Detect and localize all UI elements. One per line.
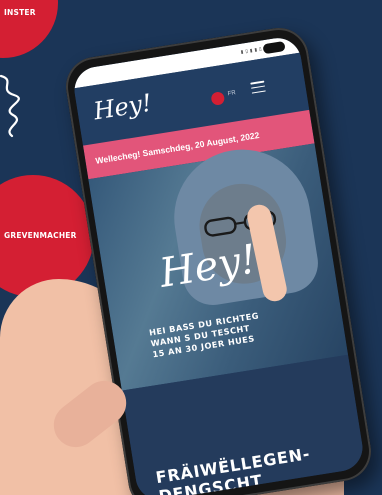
hero-photo: Hey! HEI BASS DU RICHTEG WANN S DU TESCH… bbox=[88, 139, 349, 421]
badge-label-left: GREVENMACHER bbox=[4, 231, 77, 240]
language-button[interactable] bbox=[210, 91, 226, 106]
badge-label-top: INSTER bbox=[4, 8, 36, 17]
photo-scene: INSTER GREVENMACHER ▮▯▮▮▯ Hey! FR Wellec… bbox=[0, 0, 382, 495]
language-label[interactable]: FR bbox=[227, 90, 236, 97]
hamburger-menu-icon[interactable] bbox=[250, 80, 266, 95]
camera-icon bbox=[262, 40, 286, 55]
status-icons: ▮▯▮▮▯ bbox=[239, 45, 264, 56]
site-logo[interactable]: Hey! bbox=[92, 89, 154, 126]
squiggle-icon bbox=[0, 74, 20, 138]
hero-headline: HEI BASS DU RICHTEG WANN S DU TESCHT 15 … bbox=[148, 310, 263, 360]
